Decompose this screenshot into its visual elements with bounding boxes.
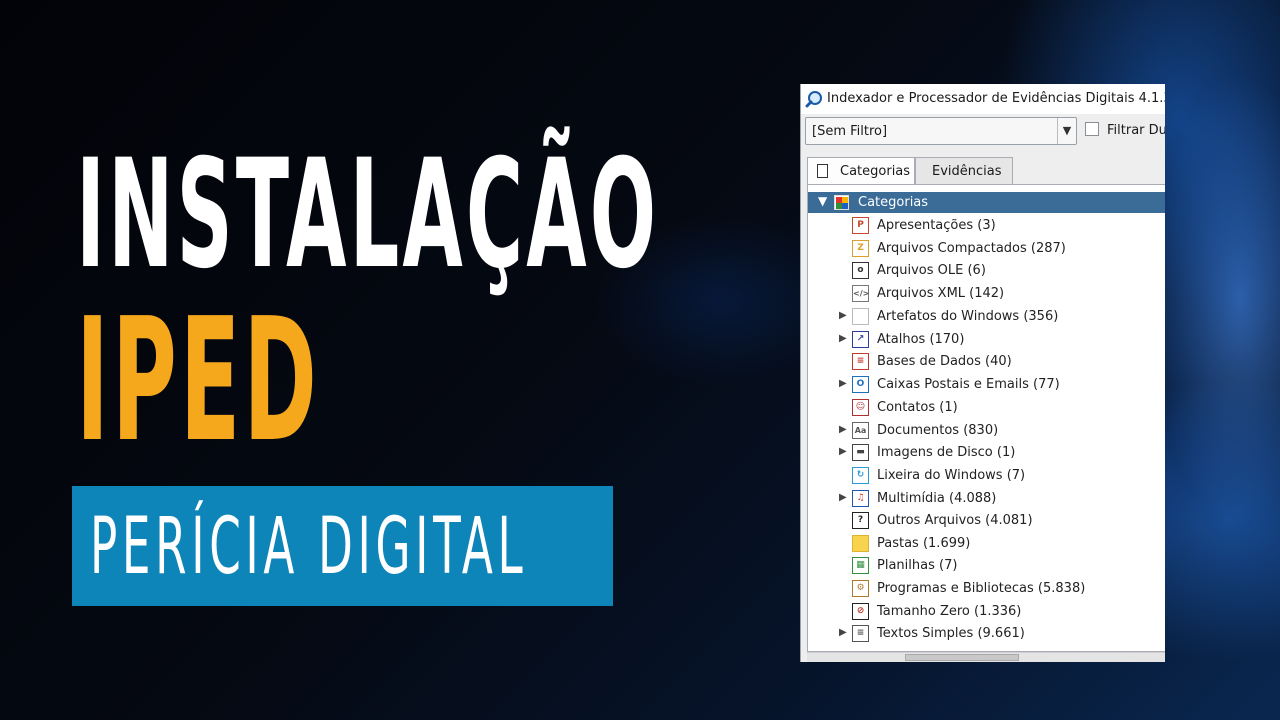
topic-banner: PERÍCIA DIGITAL xyxy=(72,486,613,606)
tree-item-documentos[interactable]: ▶ Aa Documentos (830) xyxy=(808,420,1165,442)
disk-image-icon: ▬ xyxy=(852,444,869,461)
folder-icon xyxy=(852,535,869,552)
tree-item-multimidia[interactable]: ▶ ♫ Multimídia (4.088) xyxy=(808,488,1165,510)
tree-item-label: Documentos (830) xyxy=(877,423,999,438)
ole-icon: o xyxy=(852,262,869,279)
tree-item-lixeira-windows[interactable]: ↻ Lixeira do Windows (7) xyxy=(808,465,1165,487)
tree-item-imagens-disco[interactable]: ▶ ▬ Imagens de Disco (1) xyxy=(808,442,1165,464)
other-files-icon: ? xyxy=(852,512,869,529)
category-tree: ▼ Categorias P Apresentações (3) Z Arqui… xyxy=(807,184,1165,652)
tree-item-label: Pastas (1.699) xyxy=(877,536,971,551)
tree-item-apresentacoes[interactable]: P Apresentações (3) xyxy=(808,215,1165,237)
headline-title: INSTALAÇÃO xyxy=(76,128,660,302)
window-titlebar: Indexador e Processador de Evidências Di… xyxy=(801,84,1165,114)
duplicate-filter-label: Filtrar Du xyxy=(1107,123,1165,138)
tree-item-label: Planilhas (7) xyxy=(877,558,958,573)
tree-item-atalhos[interactable]: ▶ ↗ Atalhos (170) xyxy=(808,329,1165,351)
tree-root-label: Categorias xyxy=(858,195,929,210)
file-icon xyxy=(852,308,869,325)
expand-arrow-icon[interactable]: ▶ xyxy=(839,424,847,435)
xml-icon: </> xyxy=(852,285,869,302)
database-icon: ≡ xyxy=(852,353,869,370)
recycle-bin-icon: ↻ xyxy=(852,467,869,484)
magnifier-icon xyxy=(805,91,822,108)
tree-item-caixas-postais[interactable]: ▶ O Caixas Postais e Emails (77) xyxy=(808,374,1165,396)
expand-arrow-icon[interactable]: ▶ xyxy=(839,333,847,344)
tree-item-textos-simples[interactable]: ▶ ≡ Textos Simples (9.661) xyxy=(808,623,1165,645)
tree-item-bases-de-dados[interactable]: ≡ Bases de Dados (40) xyxy=(808,351,1165,373)
tree-item-label: Bases de Dados (40) xyxy=(877,354,1012,369)
tree-item-label: Arquivos XML (142) xyxy=(877,286,1005,301)
archive-icon: Z xyxy=(852,240,869,257)
tree-item-label: Programas e Bibliotecas (5.838) xyxy=(877,581,1086,596)
tree-item-label: Contatos (1) xyxy=(877,400,958,415)
tab-evidencias[interactable]: Evidências xyxy=(915,157,1013,184)
expand-arrow-icon[interactable]: ▶ xyxy=(839,310,847,321)
multimedia-icon: ♫ xyxy=(852,490,869,507)
banner-text: PERÍCIA DIGITAL xyxy=(90,502,528,592)
tab-categorias[interactable]: Categorias xyxy=(807,157,915,184)
tab-strip: Categorias Evidências xyxy=(807,157,1165,185)
tree-item-label: Apresentações (3) xyxy=(877,218,996,233)
expand-arrow-icon[interactable]: ▶ xyxy=(839,627,847,638)
tree-item-label: Caixas Postais e Emails (77) xyxy=(877,377,1060,392)
horizontal-scrollbar[interactable] xyxy=(807,652,1165,662)
tree-item-planilhas[interactable]: ▦ Planilhas (7) xyxy=(808,555,1165,577)
tree-item-label: Multimídia (4.088) xyxy=(877,491,997,506)
tree-item-arquivos-compactados[interactable]: Z Arquivos Compactados (287) xyxy=(808,238,1165,260)
tree-item-tamanho-zero[interactable]: ⊘ Tamanho Zero (1.336) xyxy=(808,601,1165,623)
filter-dropdown[interactable]: [Sem Filtro] ▼ xyxy=(805,117,1077,145)
tree-item-label: Atalhos (170) xyxy=(877,332,965,347)
tab-label: Categorias xyxy=(840,164,911,179)
tree-item-artefatos-windows[interactable]: ▶ Artefatos do Windows (356) xyxy=(808,306,1165,328)
expand-arrow-icon[interactable]: ▶ xyxy=(839,492,847,503)
window-title: Indexador e Processador de Evidências Di… xyxy=(827,91,1165,106)
tree-item-pastas[interactable]: Pastas (1.699) xyxy=(808,533,1165,555)
program-icon: ⚙ xyxy=(852,580,869,597)
tree-item-programas[interactable]: ⚙ Programas e Bibliotecas (5.838) xyxy=(808,578,1165,600)
tree-item-label: Arquivos Compactados (287) xyxy=(877,241,1066,256)
scrollbar-thumb[interactable] xyxy=(905,654,1019,661)
expand-arrow-icon[interactable]: ▶ xyxy=(839,378,847,389)
tree-item-contatos[interactable]: ☺ Contatos (1) xyxy=(808,397,1165,419)
zero-size-icon: ⊘ xyxy=(852,603,869,620)
spreadsheet-icon: ▦ xyxy=(852,557,869,574)
tree-item-arquivos-xml[interactable]: </> Arquivos XML (142) xyxy=(808,283,1165,305)
tree-item-arquivos-ole[interactable]: o Arquivos OLE (6) xyxy=(808,260,1165,282)
tree-item-label: Outros Arquivos (4.081) xyxy=(877,513,1033,528)
document-icon: Aa xyxy=(852,422,869,439)
tree-item-label: Textos Simples (9.661) xyxy=(877,626,1025,641)
tree-item-outros-arquivos[interactable]: ? Outros Arquivos (4.081) xyxy=(808,510,1165,532)
categories-icon xyxy=(834,195,849,210)
duplicate-filter-checkbox[interactable] xyxy=(1085,122,1099,136)
collapse-arrow-icon[interactable]: ▼ xyxy=(818,194,827,208)
email-icon: O xyxy=(852,376,869,393)
tree-item-label: Tamanho Zero (1.336) xyxy=(877,604,1022,619)
dropdown-arrow-icon[interactable]: ▼ xyxy=(1057,118,1076,144)
headline-subtitle: IPED xyxy=(76,282,320,480)
tree-item-label: Lixeira do Windows (7) xyxy=(877,468,1026,483)
shortcut-icon: ↗ xyxy=(852,331,869,348)
expand-arrow-icon[interactable]: ▶ xyxy=(839,446,847,457)
tree-root-categorias[interactable]: ▼ Categorias xyxy=(808,192,1165,213)
page-icon xyxy=(817,164,828,178)
contact-icon: ☺ xyxy=(852,399,869,416)
tree-item-label: Arquivos OLE (6) xyxy=(877,263,986,278)
tree-item-label: Imagens de Disco (1) xyxy=(877,445,1016,460)
tab-label: Evidências xyxy=(932,164,1002,179)
iped-window: Indexador e Processador de Evidências Di… xyxy=(800,84,1165,662)
presentation-icon: P xyxy=(852,217,869,234)
text-icon: ≡ xyxy=(852,625,869,642)
tree-item-label: Artefatos do Windows (356) xyxy=(877,309,1059,324)
filter-value: [Sem Filtro] xyxy=(812,124,888,139)
